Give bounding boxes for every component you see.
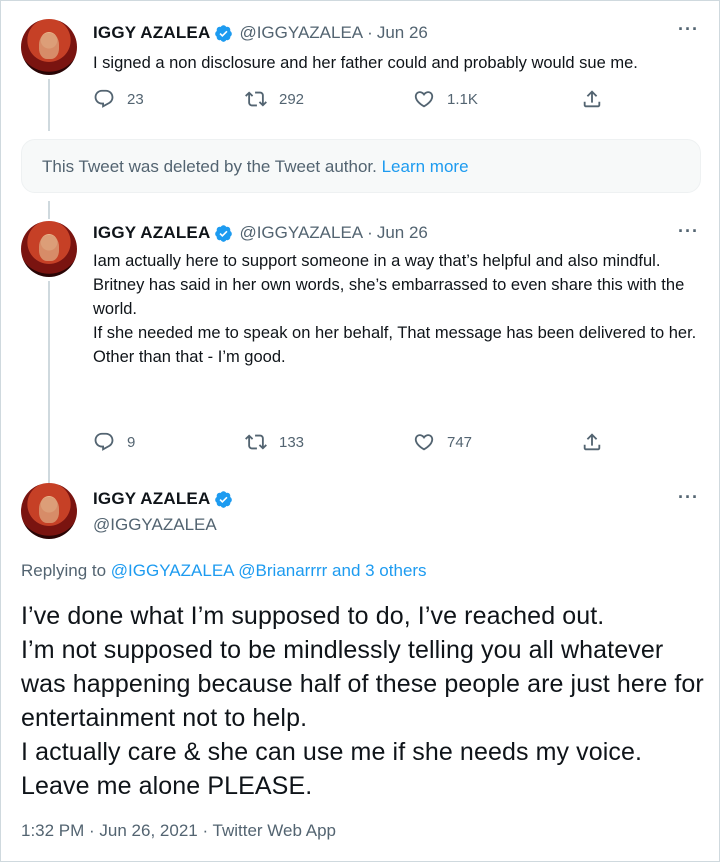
like-icon [414,434,434,451]
thread-line [48,79,50,131]
tweet-text: I signed a non disclosure and her father… [93,51,705,75]
verified-icon [215,490,233,508]
like-count: 1.1K [447,90,478,108]
tweet-text-line: If she needed me to speak on her behalf,… [93,324,697,342]
author-handle[interactable]: @IGGYAZALEA [239,23,363,43]
retweet-icon [245,91,267,107]
reply-button[interactable]: 23 [93,88,144,110]
retweet-icon [245,434,267,450]
tweet-header: IGGY AZALEA @IGGYAZALEA · Jun 26 [93,223,428,243]
deleted-notice-text: This Tweet was deleted by the Tweet auth… [42,157,377,176]
author-handle[interactable]: @IGGYAZALEA [239,223,363,243]
share-button[interactable] [581,88,615,110]
replying-to: Replying to @IGGYAZALEA @Brianarrrr and … [21,561,427,581]
deleted-tweet-notice: This Tweet was deleted by the Tweet auth… [21,139,701,193]
tweet-handle-row: @IGGYAZALEA [93,515,217,535]
reply-icon [94,432,114,451]
like-count: 747 [447,433,473,451]
tweet-actions: 23 292 1.1K [93,88,613,112]
author-name[interactable]: IGGY AZALEA [93,23,210,43]
like-icon [414,91,434,108]
more-icon[interactable]: ··· [678,221,699,242]
separator-dot: · [367,223,373,242]
reply-count: 9 [127,433,136,451]
main-tweet-text: I’ve done what I’m supposed to do, I’ve … [21,599,711,803]
separator-dot: · [367,23,373,42]
verified-icon [215,224,233,242]
tweet-actions: 9 133 747 [93,431,613,455]
tweet-text-line: Leave me alone PLEASE. [21,772,313,800]
avatar[interactable] [21,19,77,75]
tweet-1[interactable]: IGGY AZALEA @IGGYAZALEA · Jun 26 ··· I s… [1,1,719,131]
tweet-header: IGGY AZALEA [93,489,239,509]
share-icon [583,90,601,108]
like-button[interactable]: 747 [413,431,472,453]
tweet-2[interactable]: IGGY AZALEA @IGGYAZALEA · Jun 26 ··· Iam… [1,201,719,469]
tweet-text-line: I signed a non disclosure and her father… [93,54,638,72]
reply-count: 23 [127,90,144,108]
author-name[interactable]: IGGY AZALEA [93,223,210,243]
like-button[interactable]: 1.1K [413,88,478,110]
more-icon[interactable]: ··· [678,487,699,508]
tweet-text-line: Britney has said in her own words, she’s… [93,276,685,318]
replying-to-link[interactable]: @IGGYAZALEA @Brianarrrr and 3 others [111,561,427,580]
reply-icon [94,89,114,108]
tweet-text-line: I’ve done what I’m supposed to do, I’ve … [21,602,605,630]
tweet-date[interactable]: Jun 26 [377,23,428,43]
share-button[interactable] [581,431,615,453]
avatar[interactable] [21,483,77,539]
thread-line [48,469,50,483]
replying-prefix: Replying to [21,561,107,580]
avatar[interactable] [21,221,77,277]
tweet-text-line: I’m not supposed to be mindlessly tellin… [21,636,704,732]
verified-icon [215,24,233,42]
author-handle[interactable]: @IGGYAZALEA [93,515,217,535]
retweet-button[interactable]: 292 [245,88,304,110]
thread-line [48,281,50,469]
tweet-date[interactable]: Jun 26 [377,223,428,243]
tweet-text: Iam actually here to support someone in … [93,249,705,369]
tweet-timestamp[interactable]: 1:32 PM · Jun 26, 2021 · Twitter Web App [21,821,336,841]
reply-button[interactable]: 9 [93,431,135,453]
tweet-header: IGGY AZALEA @IGGYAZALEA · Jun 26 [93,23,428,43]
tweet-text-line: Other than that - I’m good. [93,348,286,366]
retweet-count: 292 [279,90,305,108]
retweet-button[interactable]: 133 [245,431,304,453]
tweet-text-line: I actually care & she can use me if she … [21,738,643,766]
tweet-text-line: Iam actually here to support someone in … [93,252,661,270]
author-name[interactable]: IGGY AZALEA [93,489,210,509]
share-icon [583,433,601,451]
learn-more-link[interactable]: Learn more [382,157,469,176]
thread-line [48,201,50,219]
retweet-count: 133 [279,433,305,451]
more-icon[interactable]: ··· [678,19,699,40]
